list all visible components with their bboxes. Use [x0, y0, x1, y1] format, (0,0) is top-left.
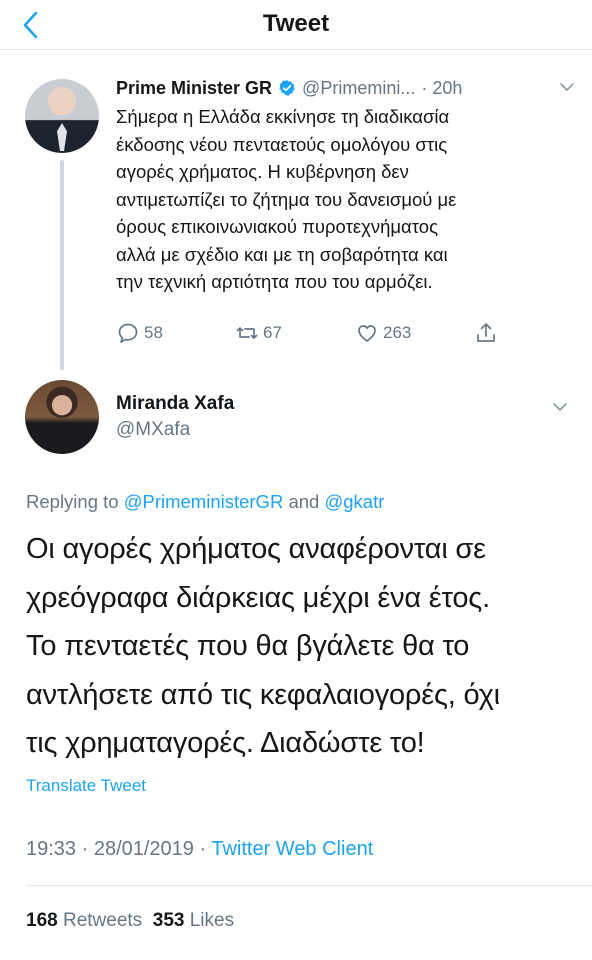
chevron-down-icon[interactable] [551, 398, 569, 416]
reply-author-handle[interactable]: @MXafa [116, 419, 190, 441]
retweets-stat[interactable]: 168 Retweets [26, 910, 142, 931]
mention-link-gkatr[interactable]: @gkatr [324, 491, 384, 512]
verified-badge-icon [279, 80, 295, 96]
like-count: 263 [383, 323, 412, 342]
parent-tweet-line: όρους επικοινωνιακού πυροτεχνήματος [116, 216, 438, 237]
parent-tweet-header: Prime Minister GR @Primemini... · 20h [116, 76, 576, 100]
like-button[interactable]: 263 [355, 318, 411, 348]
retweet-button[interactable]: 67 [235, 318, 282, 348]
heart-icon [358, 325, 376, 342]
reply-tweet-line: χρεόγραφα διάρκειας μέχρι ένα έτος. [26, 581, 490, 614]
miranda-xafa-avatar[interactable] [25, 380, 99, 454]
tweet-metadata: 19:33 · 28/01/2019 · Twitter Web Client [26, 838, 373, 861]
parent-tweet-line: αλλά με σχέδιο και με τη σοβαρότητα και [116, 243, 448, 265]
retweet-count: 67 [263, 323, 282, 342]
likes-count: 353 [152, 910, 185, 931]
parent-author-name[interactable]: Prime Minister GR [116, 78, 272, 99]
parent-tweet-line: Σήμερα η Ελλάδα εκκίνησε τη διαδικασία [116, 106, 450, 127]
parent-tweet-line: αγορές χρήματος. Η κυβέρνηση δεν [116, 161, 409, 182]
divider [26, 885, 592, 886]
retweet-icon [236, 327, 258, 339]
top-bar: Tweet [0, 0, 592, 50]
reply-tweet-line: Οι αγορές χρήματος αναφέρονται σε [26, 533, 486, 565]
parent-tweet-text: Σήμερα η Ελλάδα εκκίνησε τη διαδικασία έ… [116, 103, 566, 296]
reply-button[interactable]: 58 [116, 318, 163, 348]
parent-tweet-line: αντιμετωπίζει το ζήτημα του δανεισμού με [116, 188, 457, 210]
parent-tweet-line: έκδοσης νέου πενταετούς ομολόγου στις [116, 133, 448, 155]
share-icon [477, 323, 495, 342]
prime-minister-avatar[interactable] [25, 79, 99, 153]
reply-icon [118, 323, 138, 343]
parent-author-handle[interactable]: @Primemini... [302, 78, 415, 99]
tweet-timestamp: 19:33 · 28/01/2019 · [26, 838, 212, 860]
likes-label: Likes [189, 910, 235, 931]
retweets-count: 168 [26, 910, 58, 931]
engagement-stats: 168 Retweets 353 Likes [26, 910, 234, 932]
replying-and: and [283, 491, 325, 512]
tweet-client-link[interactable]: Twitter Web Client [211, 838, 373, 860]
reply-tweet-text: Οι αγορές χρήματος αναφέρονται σε χρεόγρ… [26, 525, 586, 768]
replying-prefix: Replying to [26, 491, 124, 512]
share-button[interactable] [474, 318, 502, 348]
replying-to-line: Replying to @PrimeministerGR and @gkatr [26, 491, 384, 513]
thread-connector-line [60, 160, 64, 370]
reply-tweet-line: αντλήσετε από τις κεφαλαιογορές, όχι [26, 678, 500, 711]
reply-tweet-line: Το πενταετές που θα βγάλετε θα το [26, 630, 470, 662]
reply-count: 58 [144, 323, 163, 342]
mention-link-primeminister[interactable]: @PrimeministerGR [124, 491, 284, 512]
parent-tweet-actions: 58 67 263 [116, 318, 506, 348]
translate-tweet-link[interactable]: Translate Tweet [26, 776, 146, 796]
reply-tweet-line: τις χρηματαγορές. Διαδώστε το! [26, 727, 425, 759]
reply-author-name[interactable]: Miranda Xafa [116, 393, 234, 415]
retweets-label: Retweets [62, 910, 143, 931]
likes-stat[interactable]: 353 Likes [153, 910, 234, 931]
page-title: Tweet [262, 10, 330, 37]
chevron-down-icon[interactable] [558, 78, 576, 96]
parent-tweet-line: την τεχνική αρτιότητα που του αρμόζει. [116, 271, 433, 292]
parent-tweet-time: · 20h [421, 77, 463, 98]
